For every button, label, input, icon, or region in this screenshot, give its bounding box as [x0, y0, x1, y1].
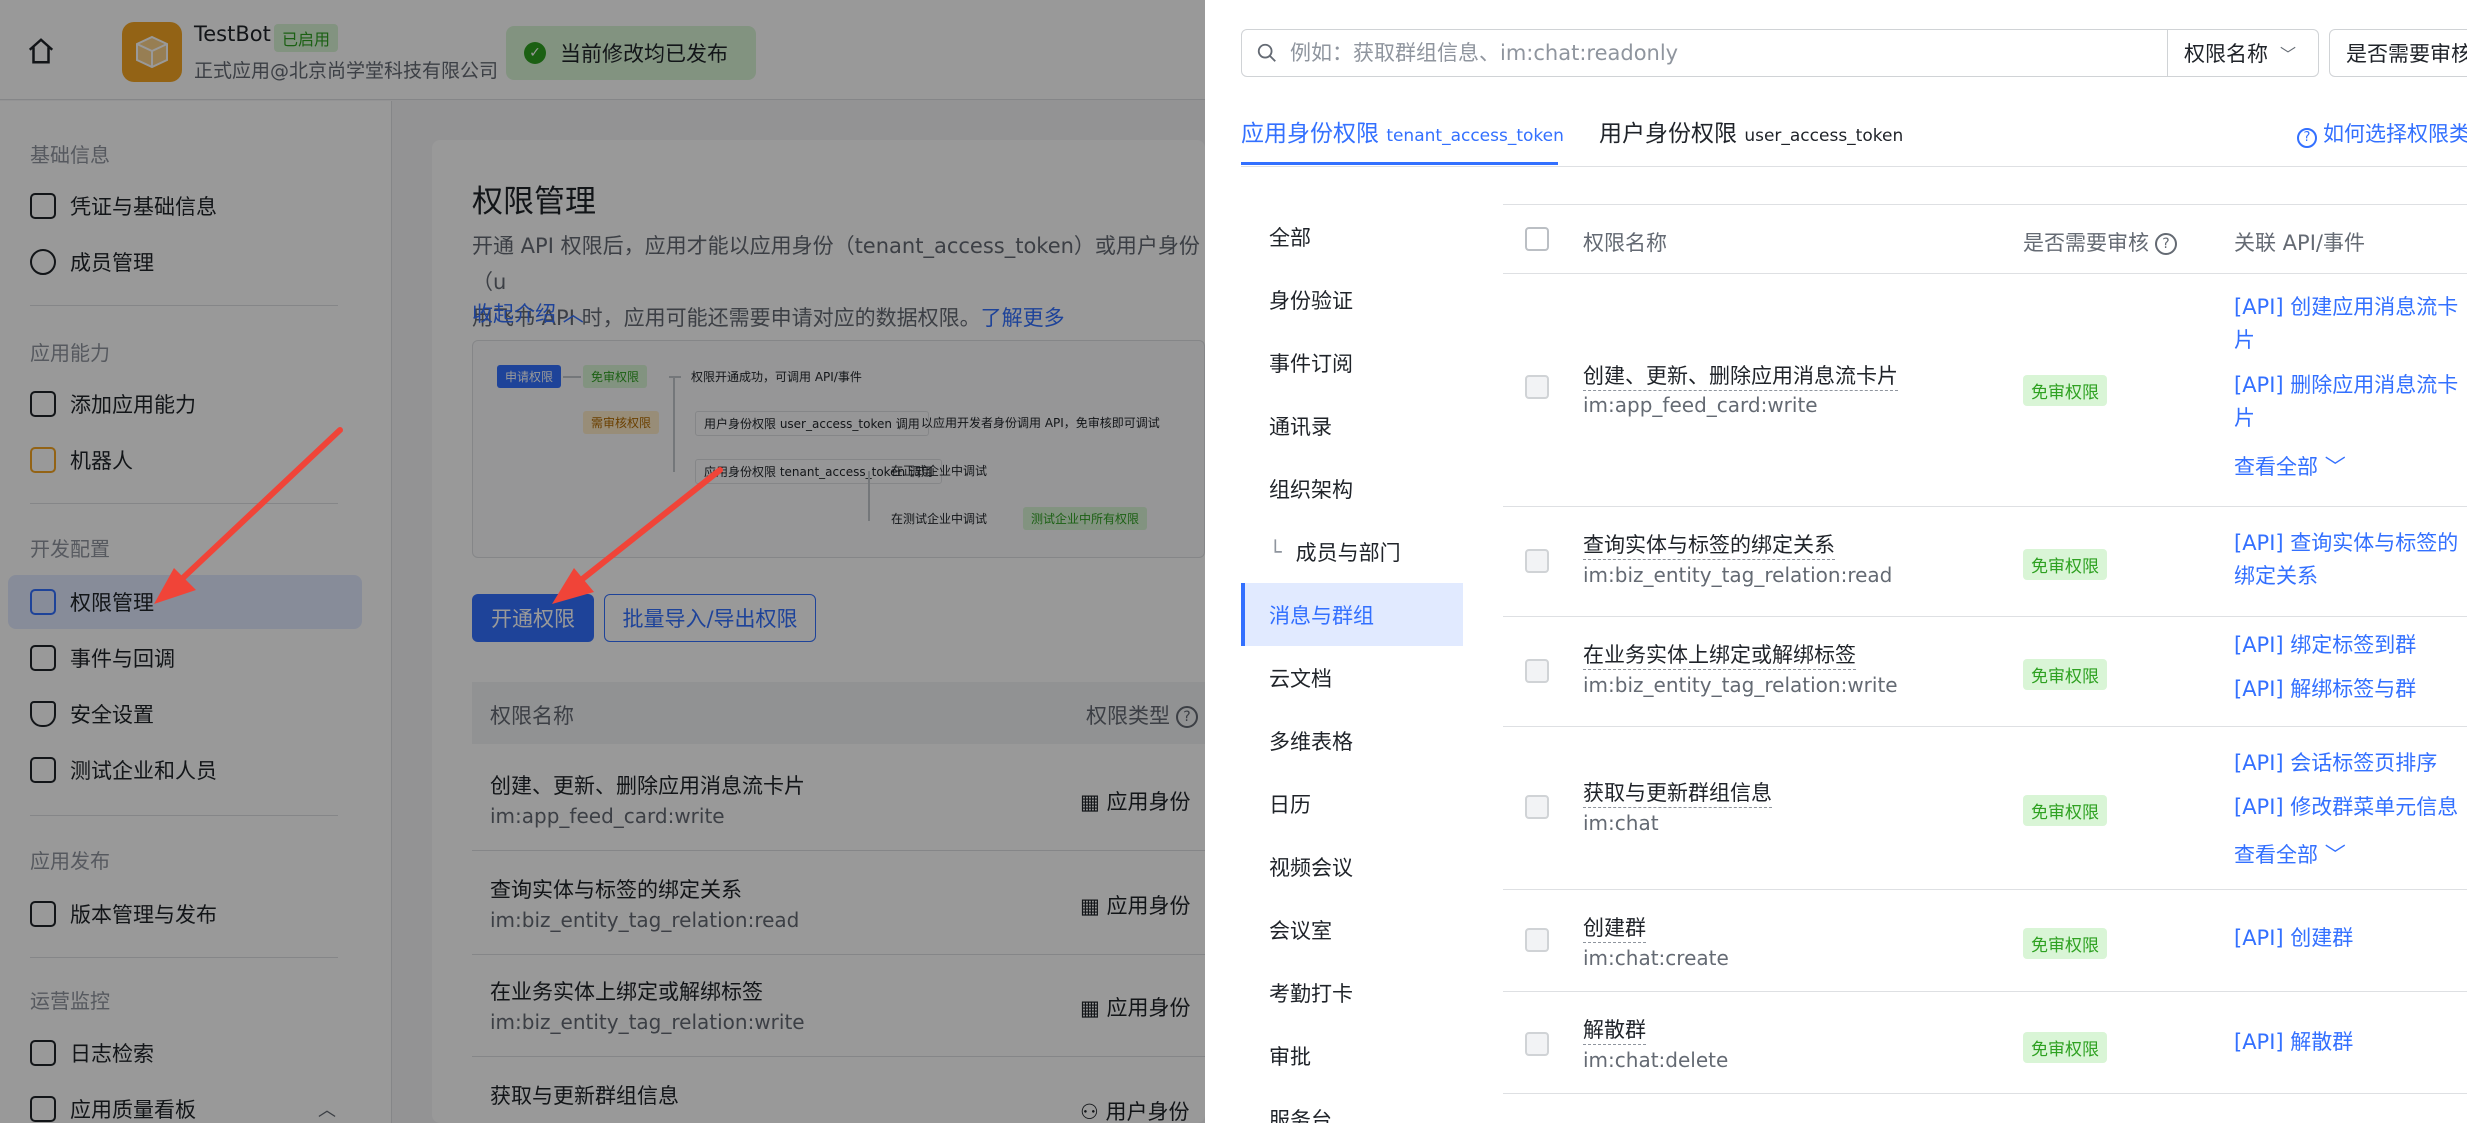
review-badge: 免审权限: [2023, 659, 2107, 690]
permission-name: 在业务实体上绑定或解绑标签: [1583, 639, 1856, 670]
table-row: 解散群 im:chat:delete 免审权限 [API] 解散群: [1503, 992, 2467, 1094]
filter-name-select[interactable]: 权限名称 ﹀: [2167, 29, 2319, 77]
review-badge: 免审权限: [2023, 375, 2107, 406]
permission-code: im:chat:delete: [1583, 1048, 1729, 1072]
permission-name: 创建、更新、删除应用消息流卡片: [1583, 360, 1898, 391]
chevron-down-icon: ﹀: [2324, 455, 2346, 479]
help-link[interactable]: ? 如何选择权限类: [2297, 118, 2467, 148]
api-link[interactable]: [API] 绑定标签到群: [2234, 629, 2467, 662]
category-item[interactable]: 视频会议: [1241, 835, 1463, 898]
category-item[interactable]: 审批: [1241, 1024, 1463, 1087]
api-link[interactable]: [API] 查询实体与标签的绑定关系: [2234, 527, 2467, 593]
table-row: 创建群 im:chat:create 免审权限 [API] 创建群: [1503, 890, 2467, 992]
category-list: 全部 身份验证 事件订阅 通讯录 组织架构 └ 成员与部门 消息与群组 云文档 多…: [1241, 205, 1463, 1123]
category-item[interactable]: 事件订阅: [1241, 331, 1463, 394]
review-badge: 免审权限: [2023, 928, 2107, 959]
tree-branch-icon: └: [1269, 539, 1282, 564]
tab-app-identity[interactable]: 应用身份权限 tenant_access_token: [1241, 114, 1564, 148]
row-checkbox[interactable]: [1525, 375, 1549, 399]
category-item[interactable]: 身份验证: [1241, 268, 1463, 331]
row-checkbox[interactable]: [1525, 795, 1549, 819]
review-badge: 免审权限: [2023, 1032, 2107, 1063]
question-icon[interactable]: ?: [2155, 233, 2177, 255]
search-icon: [1257, 43, 1276, 62]
category-item[interactable]: 云文档: [1241, 646, 1463, 709]
search-input[interactable]: [1290, 41, 2150, 65]
category-item-active[interactable]: 消息与群组: [1241, 583, 1463, 646]
api-link[interactable]: [API] 解绑标签与群: [2234, 673, 2467, 706]
chevron-down-icon: ﹀: [2324, 843, 2346, 867]
table-row: 创建、更新、删除应用消息流卡片 im:app_feed_card:write 免…: [1503, 275, 2467, 507]
view-all-link[interactable]: 查看全部 ﹀: [2234, 451, 2346, 481]
category-item[interactable]: 考勤打卡: [1241, 961, 1463, 1024]
active-tab-indicator: [1241, 162, 1558, 165]
category-item[interactable]: 通讯录: [1241, 394, 1463, 457]
table-row: 在业务实体上绑定或解绑标签 im:biz_entity_tag_relation…: [1503, 617, 2467, 727]
annotation-arrow-2: [552, 467, 723, 604]
permission-code: im:chat: [1583, 811, 1659, 835]
filter-review-select[interactable]: 是否需要审核: [2329, 29, 2467, 77]
permission-name: 创建群: [1583, 912, 1646, 943]
search-box[interactable]: [1241, 29, 2173, 77]
permission-name: 解散群: [1583, 1014, 1646, 1045]
question-icon: ?: [2297, 128, 2317, 148]
category-item[interactable]: 日历: [1241, 772, 1463, 835]
review-badge: 免审权限: [2023, 795, 2107, 826]
table-header: 权限名称 是否需要审核? 关联 API/事件: [1503, 204, 2467, 274]
category-item-sub[interactable]: └ 成员与部门: [1241, 520, 1463, 583]
api-link[interactable]: [API] 修改群菜单元信息: [2234, 791, 2467, 824]
permission-code: im:app_feed_card:write: [1583, 393, 1818, 417]
th-name: 权限名称: [1583, 231, 1667, 255]
category-item[interactable]: 服务台: [1241, 1087, 1463, 1123]
permission-name: 查询实体与标签的绑定关系: [1583, 529, 1835, 560]
tab-user-identity[interactable]: 用户身份权限 user_access_token: [1599, 114, 1903, 148]
permission-code: im:biz_entity_tag_relation:read: [1583, 563, 1893, 587]
category-item[interactable]: 组织架构: [1241, 457, 1463, 520]
api-link[interactable]: [API] 创建群: [2234, 922, 2467, 955]
row-checkbox[interactable]: [1525, 1032, 1549, 1056]
tabs-divider: [1241, 166, 2467, 167]
chevron-down-icon: ﹀: [2280, 45, 2297, 64]
permission-code: im:chat:create: [1583, 946, 1729, 970]
api-link[interactable]: [API] 创建应用消息流卡片: [2234, 291, 2467, 357]
view-all-link[interactable]: 查看全部 ﹀: [2234, 839, 2346, 869]
api-link[interactable]: [API] 解散群: [2234, 1026, 2467, 1059]
table-row: 获取与更新群组信息 im:chat 免审权限 [API] 会话标签页排序 [AP…: [1503, 727, 2467, 890]
category-item[interactable]: 会议室: [1241, 898, 1463, 961]
permission-name: 获取与更新群组信息: [1583, 777, 1772, 808]
permission-code: im:biz_entity_tag_relation:write: [1583, 673, 1898, 697]
annotation-arrow-1: [154, 427, 343, 604]
row-checkbox[interactable]: [1525, 659, 1549, 683]
th-api: 关联 API/事件: [2234, 231, 2365, 255]
api-link[interactable]: [API] 会话标签页排序: [2234, 747, 2467, 780]
th-review: 是否需要审核?: [2023, 227, 2177, 257]
select-all-checkbox[interactable]: [1525, 227, 1549, 251]
table-row: 查询实体与标签的绑定关系 im:biz_entity_tag_relation:…: [1503, 507, 2467, 617]
review-badge: 免审权限: [2023, 549, 2107, 580]
row-checkbox[interactable]: [1525, 928, 1549, 952]
row-checkbox[interactable]: [1525, 549, 1549, 573]
category-item[interactable]: 全部: [1241, 205, 1463, 268]
permission-drawer: 权限名称﹀ 是否需要审核 应用身份权限 tenant_access_token …: [1205, 0, 2467, 1123]
category-item[interactable]: 多维表格: [1241, 709, 1463, 772]
api-link[interactable]: [API] 删除应用消息流卡片: [2234, 369, 2467, 435]
